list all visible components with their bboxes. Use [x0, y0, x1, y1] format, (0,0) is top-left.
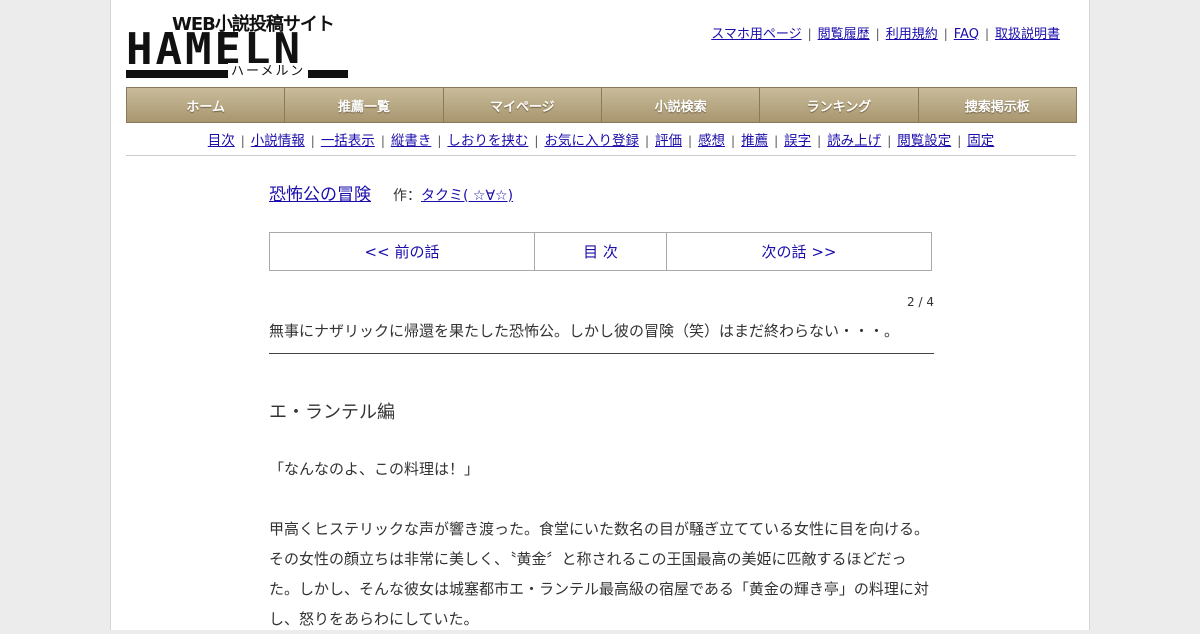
body-paragraph: 甲高くヒステリックな声が響き渡った。食堂にいた数名の目が騒ぎ立てている女性に目を… [269, 520, 930, 628]
top-link-smartphone[interactable]: スマホ用ページ [711, 27, 801, 42]
separator: | [943, 27, 948, 41]
top-links: スマホ用ページ | 閲覧履歴 | 利用規約 | FAQ | 取扱説明書 [711, 23, 1060, 42]
episode-preface: 無事にナザリックに帰還を果たした恐怖公。しかし彼の冒険（笑）はまだ終わらない・・… [269, 320, 934, 354]
subnav-toc[interactable]: 目次 [208, 133, 235, 149]
separator: | [688, 134, 693, 148]
separator: | [807, 27, 812, 41]
separator: | [380, 134, 385, 148]
title-row: 恐怖公の冒険 作：タクミ( ☆∀☆) [269, 180, 934, 205]
top-link-terms[interactable]: 利用規約 [886, 27, 938, 42]
subnav-novel-info[interactable]: 小説情報 [251, 133, 305, 149]
episode-pager: << 前の話 目 次 次の話 >> [269, 232, 932, 271]
separator: | [984, 27, 989, 41]
nav-search-board[interactable]: 捜索掲示板 [919, 88, 1076, 122]
subnav-vertical[interactable]: 縦書き [391, 133, 432, 149]
nav-mypage[interactable]: マイページ [444, 88, 602, 122]
novel-content: 恐怖公の冒険 作：タクミ( ☆∀☆) << 前の話 目 次 次の話 >> 2 / … [269, 180, 934, 628]
logo-kana: ハーメルン [228, 63, 309, 81]
nav-recommendations[interactable]: 推薦一覧 [285, 88, 444, 122]
separator: | [875, 27, 880, 41]
sub-nav: 目次 | 小説情報 | 一括表示 | 縦書き | しおりを挟む | お気に入り登録 | 評価 | 感想 | 推薦… [126, 129, 1076, 156]
separator: | [731, 134, 736, 148]
subnav-read-aloud[interactable]: 読み上げ [827, 133, 881, 149]
separator: | [644, 134, 649, 148]
separator: | [887, 134, 892, 148]
main-nav: ホーム 推薦一覧 マイページ 小説検索 ランキング 捜索掲示板 [126, 87, 1077, 123]
prev-episode-button[interactable]: << 前の話 [270, 233, 535, 270]
separator: | [240, 134, 245, 148]
subnav-favorite[interactable]: お気に入り登録 [544, 133, 639, 149]
subnav-recommend[interactable]: 推薦 [741, 133, 768, 149]
separator: | [774, 134, 779, 148]
subnav-bookmark[interactable]: しおりを挟む [447, 133, 528, 149]
toc-button[interactable]: 目 次 [535, 233, 667, 270]
next-episode-button[interactable]: 次の話 >> [667, 233, 931, 270]
chapter-title: エ・ランテル編 [269, 402, 395, 423]
separator: | [817, 134, 822, 148]
nav-ranking[interactable]: ランキング [760, 88, 919, 122]
subnav-view-settings[interactable]: 閲覧設定 [897, 133, 951, 149]
site-logo[interactable]: WEB小説投稿サイト HAMELN ハーメルン [126, 10, 348, 81]
separator: | [437, 134, 442, 148]
subnav-rating[interactable]: 評価 [655, 133, 682, 149]
separator: | [310, 134, 315, 148]
top-link-history[interactable]: 閲覧履歴 [818, 27, 870, 42]
nav-home[interactable]: ホーム [127, 88, 286, 122]
top-link-manual[interactable]: 取扱説明書 [995, 27, 1060, 42]
separator: | [957, 134, 962, 148]
nav-novel-search[interactable]: 小説検索 [602, 88, 761, 122]
author-prefix: 作： [393, 188, 421, 204]
top-link-faq[interactable]: FAQ [954, 27, 979, 42]
novel-title-link[interactable]: 恐怖公の冒険 [269, 185, 371, 205]
episode-count: 2 / 4 [907, 295, 934, 309]
subnav-pin[interactable]: 固定 [967, 133, 994, 149]
subnav-show-all[interactable]: 一括表示 [321, 133, 375, 149]
subnav-comments[interactable]: 感想 [698, 133, 725, 149]
separator: | [534, 134, 539, 148]
page-container: WEB小説投稿サイト HAMELN ハーメルン スマホ用ページ | 閲覧履歴 | 利用規… [110, 0, 1090, 630]
body-paragraph: 「なんなのよ、この料理は！」 [269, 460, 480, 478]
author-link[interactable]: タクミ( ☆∀☆) [421, 188, 513, 204]
subnav-typo[interactable]: 誤字 [784, 133, 811, 149]
